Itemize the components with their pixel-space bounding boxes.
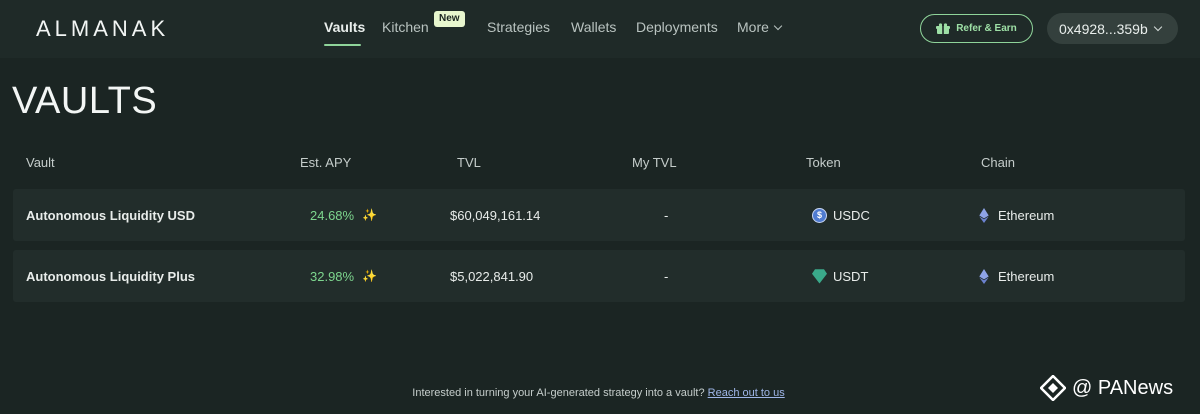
chevron-down-icon [1153,22,1163,32]
table-row[interactable]: Autonomous Liquidity Plus 32.98% ✨ $5,022… [13,250,1185,302]
apy-value: 24.68% ✨ [310,189,377,241]
chain-cell: Ethereum [979,189,1054,241]
footer-cta: Interested in turning your AI-generated … [0,387,1200,399]
panews-watermark: @ PANews [1040,375,1173,401]
tvl-value: $5,022,841.90 [450,268,534,284]
token-cell: $ USDC [812,189,870,241]
column-header-token[interactable]: Token [806,155,841,170]
reach-out-link[interactable]: Reach out to us [708,387,785,399]
nav-strategies[interactable]: Strategies [487,19,550,35]
panews-logo-icon [1040,375,1066,401]
column-header-apy[interactable]: Est. APY [300,155,351,170]
wallet-address-button[interactable]: 0x4928...359b [1047,13,1178,44]
token-name: USDT [833,268,869,284]
usdt-icon [812,269,827,284]
tvl-value: $60,049,161.14 [450,207,541,223]
apy-text: 32.98% [310,268,355,284]
top-nav-bar: ALMANAK Vaults Kitchen New Strategies Wa… [0,0,1200,58]
chain-name: Ethereum [998,207,1055,223]
column-header-chain[interactable]: Chain [981,155,1015,170]
ethereum-icon [979,207,989,223]
active-tab-indicator [324,44,361,46]
token-cell: USDT [812,250,868,302]
chain-cell: Ethereum [979,250,1054,302]
usdc-icon: $ [812,207,827,223]
sparkle-icon: ✨ [362,208,378,222]
chevron-down-icon [773,21,783,31]
apy-text: 24.68% [310,207,355,223]
vault-name: Autonomous Liquidity Plus [26,268,195,284]
refer-earn-button[interactable]: Refer & Earn [920,14,1033,43]
column-header-my-tvl[interactable]: My TVL [632,155,677,170]
nav-wallets[interactable]: Wallets [571,19,616,35]
my-tvl-value: - [664,207,669,223]
gift-icon [936,22,951,34]
ethereum-icon [979,268,989,284]
nav-more[interactable]: More [737,19,783,35]
nav-more-label: More [737,19,769,35]
my-tvl-value: - [664,268,669,284]
nav-vaults[interactable]: Vaults [324,19,365,35]
token-name: USDC [833,207,870,223]
page-title: VAULTS [12,80,158,122]
new-badge: New [434,11,465,27]
column-header-tvl[interactable]: TVL [457,155,481,170]
chain-name: Ethereum [998,268,1055,284]
refer-earn-label: Refer & Earn [956,23,1017,34]
watermark-text: @ PANews [1072,376,1174,399]
footer-text: Interested in turning your AI-generated … [412,387,705,399]
apy-value: 32.98% ✨ [310,250,377,302]
nav-kitchen[interactable]: Kitchen [382,19,429,35]
nav-deployments[interactable]: Deployments [636,19,718,35]
wallet-address: 0x4928...359b [1059,20,1148,37]
vault-name: Autonomous Liquidity USD [26,207,195,223]
table-row[interactable]: Autonomous Liquidity USD 24.68% ✨ $60,049… [13,189,1185,241]
almanak-logo[interactable]: ALMANAK [36,16,169,42]
column-header-vault[interactable]: Vault [26,155,55,170]
sparkle-icon: ✨ [362,269,378,283]
